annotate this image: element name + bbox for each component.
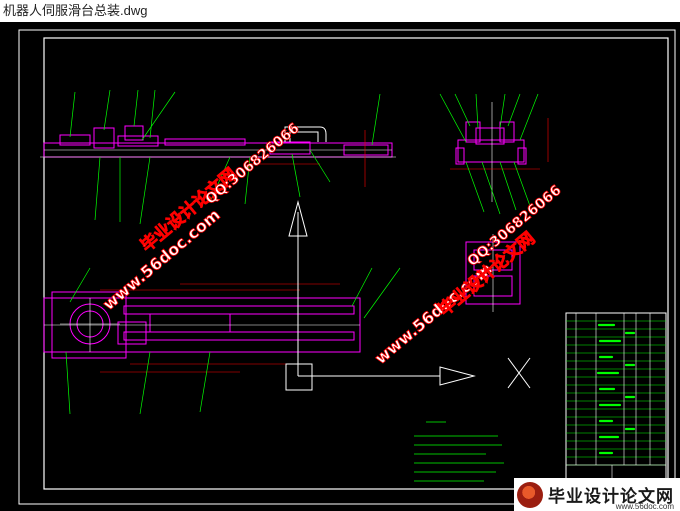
seal-icon [517, 481, 543, 508]
parts-list-table [565, 312, 667, 480]
window-title: 机器人伺服滑台总装.dwg [0, 0, 680, 22]
inner-frame [43, 37, 669, 490]
side-view [450, 102, 549, 202]
footer-url: www.56doc.com [615, 502, 674, 511]
footer-logo: 毕业设计论文网 www.56doc.com [514, 478, 680, 511]
technical-notes [414, 421, 504, 482]
side-view-leaders [439, 93, 539, 215]
top-view [43, 283, 361, 373]
cad-drawing-canvas[interactable]: www.56doc.com 毕业设计论文网 QQ:306826066 www.5… [0, 22, 680, 511]
cad-drawing [18, 29, 676, 505]
